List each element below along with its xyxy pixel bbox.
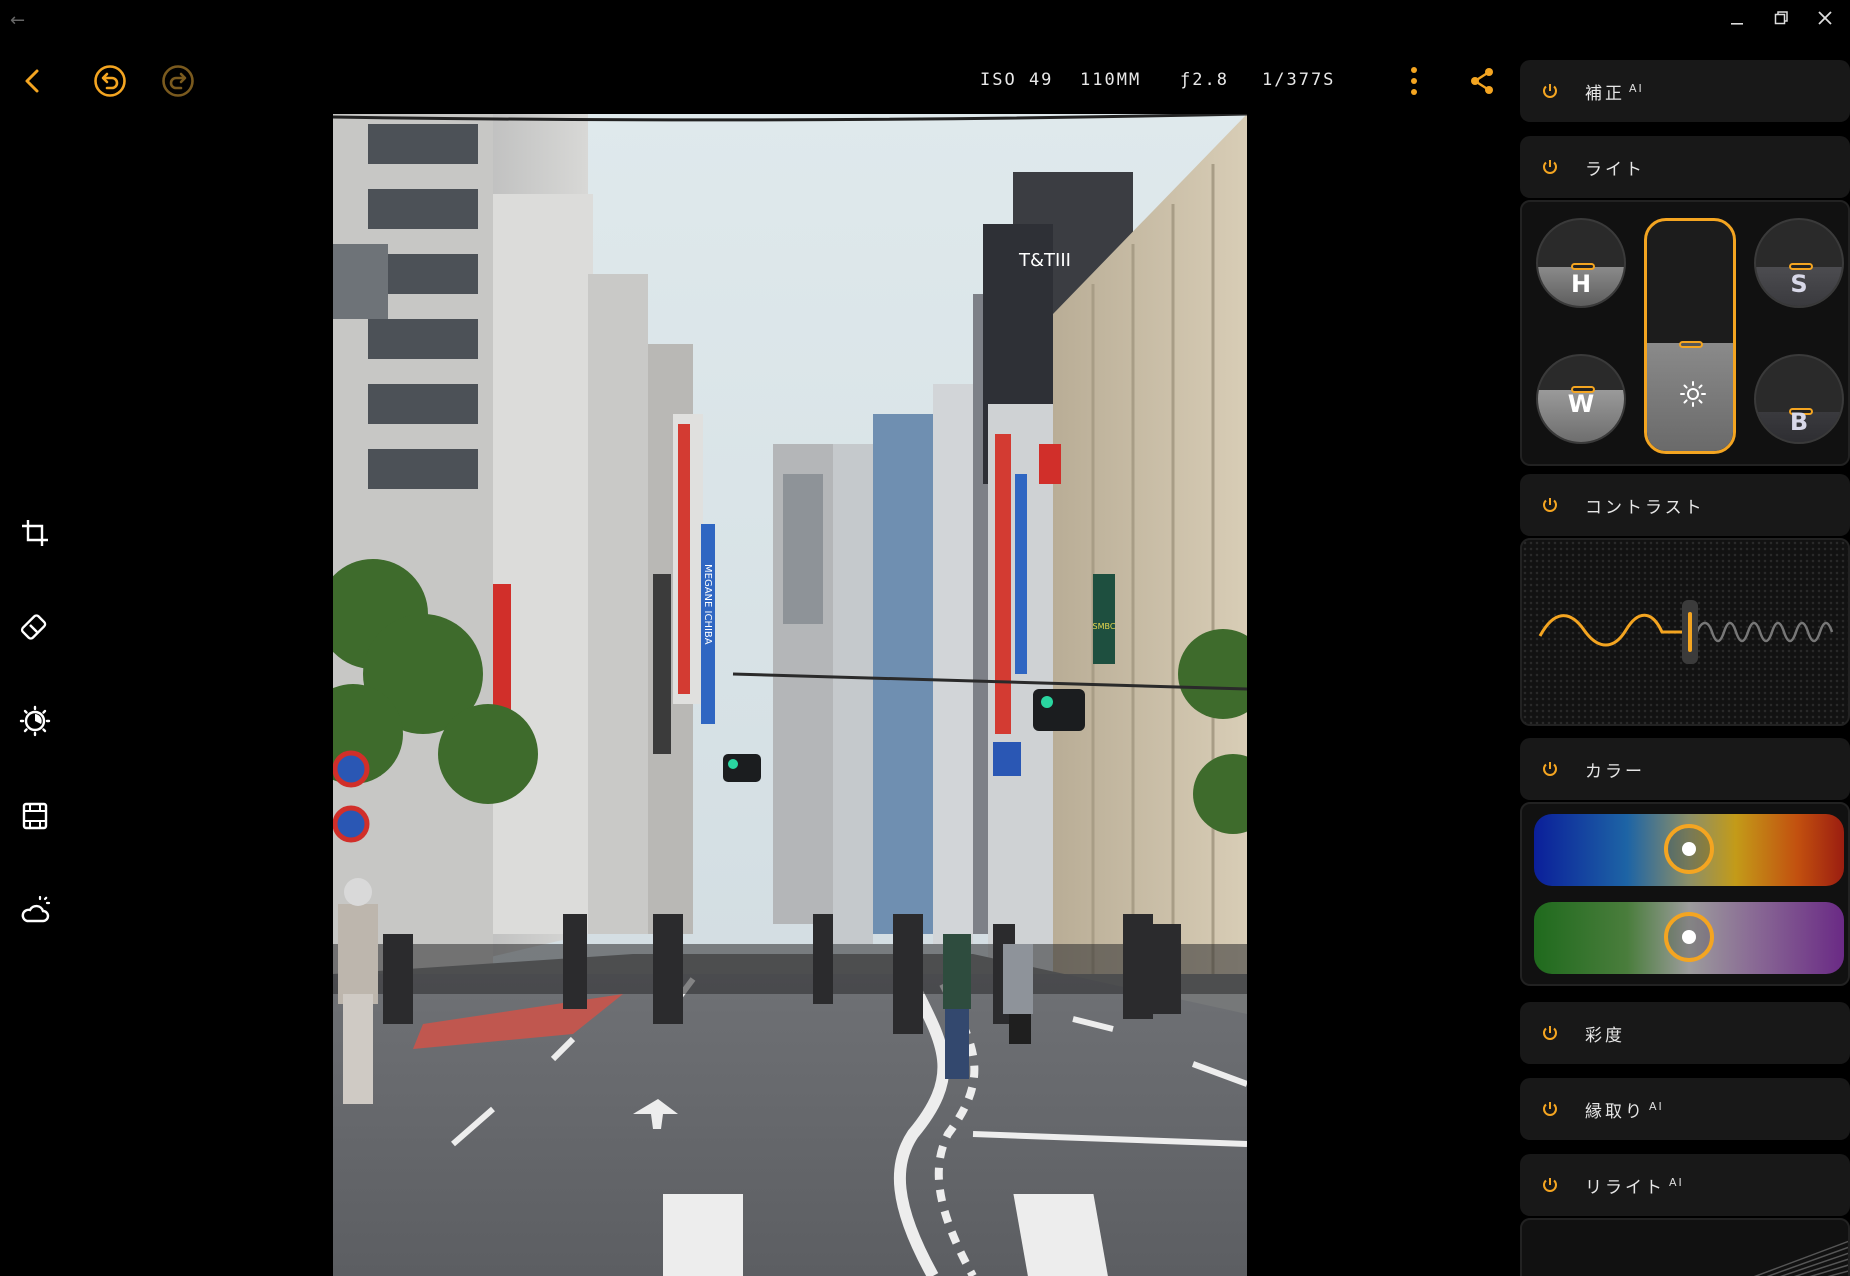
knob-label: W bbox=[1567, 390, 1595, 418]
adjustments-panel: 補正 AI ライト H S W B コントラスト カラー 彩度 縁取り AI リ… bbox=[1520, 60, 1850, 1276]
temperature-slider-thumb[interactable] bbox=[1664, 824, 1714, 874]
section-color[interactable]: カラー bbox=[1520, 738, 1850, 800]
tint-slider[interactable] bbox=[1534, 902, 1844, 974]
section-label: 補正 AI bbox=[1585, 82, 1644, 104]
power-icon[interactable] bbox=[1540, 1175, 1560, 1195]
power-icon[interactable] bbox=[1540, 1023, 1560, 1043]
exif-focal-length: 110MM bbox=[1080, 70, 1142, 90]
chevron-left-icon[interactable] bbox=[10, 58, 56, 104]
section-saturation[interactable]: 彩度 bbox=[1520, 1002, 1850, 1064]
window-back-icon[interactable]: ← bbox=[10, 10, 32, 32]
section-label: 彩度 bbox=[1585, 1026, 1625, 1046]
photo-canvas[interactable]: SMBC T&TIII MEGANE ICHIBA bbox=[333, 114, 1247, 1276]
sun-icon bbox=[1680, 381, 1706, 407]
ai-badge: AI bbox=[1669, 1176, 1684, 1190]
ai-badge: AI bbox=[1649, 1100, 1664, 1114]
exif-aperture: ƒ2.8 bbox=[1180, 70, 1229, 90]
eraser-icon[interactable] bbox=[14, 606, 56, 648]
undo-icon[interactable] bbox=[87, 58, 133, 104]
knob-label: B bbox=[1789, 408, 1809, 436]
section-relight[interactable]: リライト AI bbox=[1520, 1154, 1850, 1216]
temperature-slider[interactable] bbox=[1534, 814, 1844, 886]
share-icon[interactable] bbox=[1459, 58, 1505, 104]
section-label: 縁取り AI bbox=[1585, 1100, 1664, 1122]
photo-sign-building: T&TIII bbox=[1018, 250, 1071, 271]
section-contrast[interactable]: コントラスト bbox=[1520, 474, 1850, 536]
knob-label: S bbox=[1790, 270, 1808, 298]
section-edging[interactable]: 縁取り AI bbox=[1520, 1078, 1850, 1140]
relight-control[interactable] bbox=[1520, 1218, 1850, 1276]
exif-shutter: 1/377S bbox=[1262, 70, 1336, 90]
film-icon[interactable] bbox=[14, 795, 56, 837]
highlights-knob[interactable]: H bbox=[1536, 218, 1626, 308]
weather-icon[interactable] bbox=[14, 889, 56, 931]
exif-info: ISO 49 110MM ƒ2.8 1/377S bbox=[980, 70, 1352, 90]
section-label: コントラスト bbox=[1585, 498, 1705, 518]
crop-icon[interactable] bbox=[14, 512, 56, 554]
exposure-slider[interactable] bbox=[1644, 218, 1736, 454]
exif-iso: ISO 49 bbox=[980, 70, 1054, 90]
power-icon[interactable] bbox=[1540, 495, 1560, 515]
section-label: リライト AI bbox=[1585, 1176, 1684, 1198]
power-icon[interactable] bbox=[1540, 1099, 1560, 1119]
section-label: カラー bbox=[1585, 762, 1645, 782]
restore-icon[interactable] bbox=[1766, 8, 1796, 34]
section-light[interactable]: ライト bbox=[1520, 136, 1850, 198]
close-icon[interactable] bbox=[1810, 8, 1840, 34]
power-icon[interactable] bbox=[1540, 157, 1560, 177]
light-controls: H S W B bbox=[1520, 200, 1850, 466]
redo-icon[interactable] bbox=[155, 58, 201, 104]
photo-sign-bank: SMBC bbox=[1093, 622, 1116, 631]
section-label: ライト bbox=[1585, 160, 1645, 180]
shadows-knob[interactable]: S bbox=[1754, 218, 1844, 308]
more-vertical-icon[interactable] bbox=[1391, 58, 1437, 104]
section-correction[interactable]: 補正 AI bbox=[1520, 60, 1850, 122]
knob-label: H bbox=[1570, 270, 1592, 298]
power-icon[interactable] bbox=[1540, 759, 1560, 779]
color-controls bbox=[1520, 802, 1850, 986]
contrast-control[interactable] bbox=[1520, 538, 1850, 726]
power-icon[interactable] bbox=[1540, 81, 1560, 101]
blacks-knob[interactable]: B bbox=[1754, 354, 1844, 444]
whites-knob[interactable]: W bbox=[1536, 354, 1626, 444]
photo-sign-store: MEGANE ICHIBA bbox=[702, 564, 713, 645]
tint-slider-thumb[interactable] bbox=[1664, 912, 1714, 962]
ai-badge: AI bbox=[1629, 82, 1644, 96]
minimize-icon[interactable] bbox=[1722, 8, 1752, 34]
aperture-icon[interactable] bbox=[14, 700, 56, 742]
